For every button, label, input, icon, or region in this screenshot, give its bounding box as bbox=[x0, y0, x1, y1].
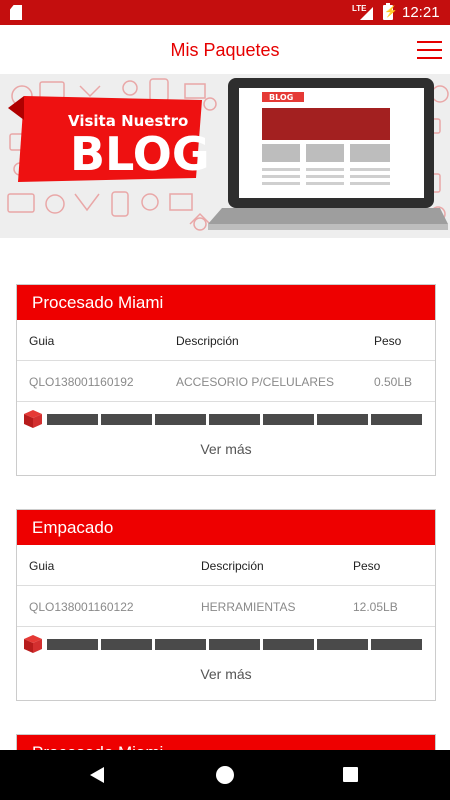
sim-card-icon bbox=[10, 5, 22, 20]
tracking-progress bbox=[17, 402, 435, 430]
banner-line2: BLOG bbox=[70, 127, 210, 181]
package-status: Procesado Miami bbox=[17, 285, 435, 320]
column-guia: Guia bbox=[29, 559, 55, 573]
recent-apps-icon[interactable] bbox=[343, 767, 358, 782]
signal-icon bbox=[360, 7, 373, 20]
column-peso: Peso bbox=[353, 559, 381, 573]
progress-segment bbox=[209, 639, 260, 650]
package-icon bbox=[24, 635, 42, 653]
status-bar: LTE ⚡ 12:21 bbox=[0, 0, 450, 25]
blog-banner[interactable]: Visita Nuestro BLOG BLOG bbox=[0, 74, 450, 238]
progress-segment bbox=[317, 639, 368, 650]
status-time: 12:21 bbox=[402, 4, 440, 21]
tracking-progress bbox=[17, 627, 435, 655]
progress-segment bbox=[317, 414, 368, 425]
progress-segment bbox=[47, 639, 98, 650]
progress-segment bbox=[155, 414, 206, 425]
table-header: Guia Descripción Peso bbox=[17, 545, 435, 586]
home-icon[interactable] bbox=[216, 766, 234, 784]
descripcion-value: HERRAMIENTAS bbox=[201, 600, 296, 614]
package-card: Empacado Guia Descripción Peso QLO138001… bbox=[16, 509, 436, 701]
progress-segment bbox=[47, 414, 98, 425]
page-title: Mis Paquetes bbox=[170, 40, 280, 60]
progress-segment bbox=[209, 414, 260, 425]
hamburger-menu-icon[interactable] bbox=[417, 41, 442, 59]
table-row: QLO138001160192 ACCESORIO P/CELULARES 0.… bbox=[17, 361, 435, 402]
column-guia: Guia bbox=[29, 334, 55, 348]
ver-mas-link[interactable]: Ver más bbox=[17, 441, 435, 457]
column-descripcion: Descripción bbox=[201, 559, 264, 573]
navigation-bar bbox=[0, 750, 450, 800]
ver-mas-link[interactable]: Ver más bbox=[17, 666, 435, 682]
table-row: QLO138001160122 HERRAMIENTAS 12.05LB bbox=[17, 586, 435, 627]
guia-value: QLO138001160192 bbox=[29, 375, 134, 389]
banner-tag: BLOG bbox=[269, 93, 293, 102]
progress-segment bbox=[371, 414, 422, 425]
guia-value: QLO138001160122 bbox=[29, 600, 134, 614]
progress-segment bbox=[101, 414, 152, 425]
descripcion-value: ACCESORIO P/CELULARES bbox=[176, 375, 335, 389]
back-icon[interactable] bbox=[90, 767, 104, 783]
progress-segment bbox=[101, 639, 152, 650]
progress-segment bbox=[263, 639, 314, 650]
battery-charging-icon: ⚡ bbox=[383, 3, 398, 20]
table-header: Guia Descripción Peso bbox=[17, 320, 435, 361]
progress-segment bbox=[155, 639, 206, 650]
progress-segment bbox=[263, 414, 314, 425]
column-peso: Peso bbox=[374, 334, 402, 348]
app-bar: Mis Paquetes bbox=[0, 25, 450, 74]
package-icon bbox=[24, 410, 42, 428]
package-status: Empacado bbox=[17, 510, 435, 545]
package-card: Procesado Miami Guia Descripción Peso QL… bbox=[16, 284, 436, 476]
peso-value: 0.50LB bbox=[374, 375, 413, 389]
peso-value: 12.05LB bbox=[353, 600, 398, 614]
column-descripcion: Descripción bbox=[176, 334, 239, 348]
progress-segment bbox=[371, 639, 422, 650]
blog-banner-illustration: Visita Nuestro BLOG BLOG bbox=[7, 78, 449, 231]
